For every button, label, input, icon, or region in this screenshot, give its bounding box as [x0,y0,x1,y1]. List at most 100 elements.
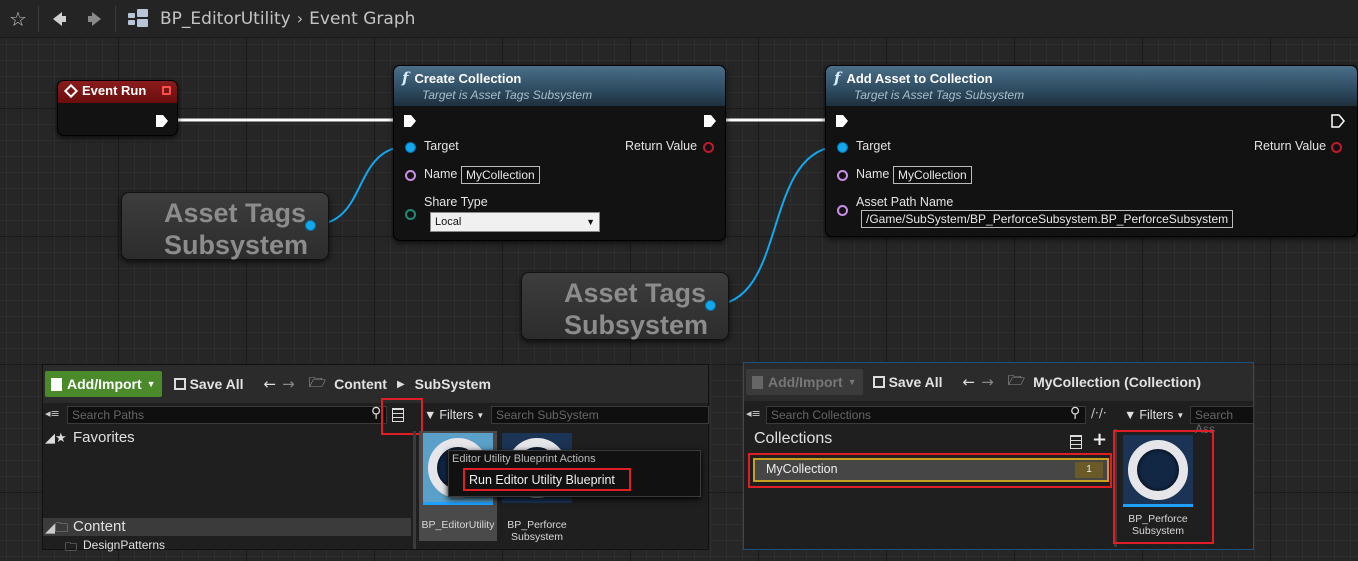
history-forward-icon[interactable]: → [282,375,295,393]
add-collection-icon[interactable]: + [1092,429,1107,450]
share-type-dropdown[interactable]: Local ▼ [430,212,600,232]
path-root[interactable]: Content [334,376,387,392]
name-field[interactable]: MyCollection [893,166,972,184]
name-pin-label: Name [424,167,458,181]
target-wire-2 [711,145,843,306]
blueprint-graph-icon [128,8,150,29]
target-pin-label: Target [424,139,459,153]
content-folder-label[interactable]: Content [73,518,126,535]
history-forward-icon[interactable]: → [981,373,994,391]
add-file-icon [752,375,763,389]
asset-type-bar [423,502,493,505]
design-patterns-label[interactable]: DesignPatterns [83,538,165,552]
content-browser-panel: Add/Import ▼ Save All ← → 🗁 Content ▶ Su… [42,364,709,554]
subsystem-out-pin[interactable] [305,220,316,231]
name-pin[interactable] [837,170,848,181]
path-leaf[interactable]: SubSystem [415,376,491,392]
exec-out-pin[interactable] [703,114,717,128]
name-pin[interactable] [405,170,416,181]
event-diamond-icon [63,83,79,98]
asset-label-line2: Subsystem [1132,525,1184,537]
search-collections-input[interactable]: Search Collections [766,406,1086,424]
filters-label: Filters [439,408,474,422]
event-run-title: Event Run [82,83,147,98]
asset-path-field[interactable]: /Game/SubSystem/BP_PerforceSubsystem.BP_… [861,210,1234,228]
collection-row-mycollection[interactable]: MyCollection 1 [753,458,1109,482]
exec-in-pin[interactable] [403,114,417,128]
add-asset-node[interactable]: f Add Asset to Collection Target is Asset… [825,65,1358,237]
add-import-label: Add/Import [768,374,843,390]
return-value-pin[interactable] [1331,142,1342,153]
history-back-icon[interactable]: ← [264,375,277,393]
name-field[interactable]: MyCollection [461,166,540,184]
asset-tags-subsystem-node[interactable]: Asset Tags Subsystem [121,192,329,260]
breadcrumb-graph[interactable]: Event Graph [305,9,419,29]
create-collection-header: f Create Collection Target is Asset Tags … [394,66,725,106]
toolbar-divider [38,5,39,32]
star-icon[interactable]: ☆ [0,1,36,37]
getter-line-2: Subsystem [564,310,709,340]
arrow-left-icon[interactable] [41,1,77,37]
return-value-pin[interactable] [703,142,714,153]
add-asset-subtitle: Target is Asset Tags Subsystem [854,88,1025,102]
collection-path[interactable]: MyCollection (Collection) [1033,374,1201,390]
folder-icon: 🗁 [1007,373,1026,389]
add-import-button: Add/Import ▼ [746,369,863,395]
name-pin-label: Name [856,167,890,181]
filters-button[interactable]: ▼ Filters ▼ [424,405,484,425]
event-run-node[interactable]: Event Run [57,80,178,136]
event-run-header: Event Run [58,81,177,103]
add-import-button[interactable]: Add/Import ▼ [45,371,162,397]
breadcrumb-asset[interactable]: BP_EditorUtility [156,9,295,29]
exec-out-pin[interactable] [1331,114,1345,128]
getter-line-2: Subsystem [164,230,309,260]
collection-browser-toolbar: Add/Import ▼ Save All ← → 🗁 MyCollection… [744,363,1253,401]
asset-tile-perforce[interactable]: BP_Perforce Subsystem [1120,433,1196,541]
target-pin[interactable] [405,142,416,153]
collections-view-icon[interactable] [1070,435,1082,449]
return-value-label: Return Value [625,139,698,153]
toolbar-divider [115,5,116,32]
event-delegate-icon[interactable] [162,86,171,95]
favorites-label[interactable]: Favorites [73,429,135,446]
search-paths-input[interactable]: Search Paths [67,406,387,424]
graph-breadcrumb-bar: ☆ BP_EditorUtility › Event Graph [0,0,1358,38]
share-type-label: Share Type [424,195,488,209]
search-assets-input[interactable]: Search SubSystem [491,406,709,424]
save-all-button[interactable]: Save All [173,376,244,392]
target-pin-label: Target [856,139,891,153]
asset-thumbnail [1123,435,1193,505]
tree-divider [413,431,416,549]
breadcrumb-separator-icon: › [296,9,304,28]
asset-path-label: Asset Path Name [856,195,954,209]
subsystem-out-pin[interactable] [705,300,716,311]
collapse-sources-icon[interactable]: ◂≡ [746,407,761,420]
filter-icon: ▼ [1124,408,1137,422]
search-icon[interactable]: ⚲ [371,405,381,421]
chevron-down-icon: ▼ [1176,410,1185,420]
share-type-pin[interactable] [405,209,416,220]
collapse-sources-icon[interactable]: ◂≡ [45,407,60,420]
favorites-star-icon: ◢★ [45,431,67,446]
save-all-label: Save All [189,376,244,392]
save-all-button[interactable]: Save All [872,374,943,390]
search-icon[interactable]: ⚲ [1070,405,1080,421]
asset-tags-subsystem-node[interactable]: Asset Tags Subsystem [521,272,729,340]
asset-label-line2: Subsystem [511,531,563,543]
path-separator-icon: ▶ [396,378,405,390]
search-assets-input[interactable]: Search Ass [1190,406,1254,436]
function-icon: f [834,69,841,87]
exec-in-pin[interactable] [835,114,849,128]
save-icon [173,378,186,390]
target-pin[interactable] [837,142,848,153]
collection-view-icon[interactable]: /·/· [1091,406,1107,420]
run-editor-utility-item[interactable]: Run Editor Utility Blueprint [463,468,631,491]
arrow-right-icon[interactable] [77,1,113,37]
filters-button[interactable]: ▼ Filters ▼ [1124,405,1184,425]
create-collection-node[interactable]: f Create Collection Target is Asset Tags … [393,65,726,241]
add-asset-header: f Add Asset to Collection Target is Asset… [826,66,1357,106]
exec-out-pin[interactable] [155,114,169,128]
asset-path-pin[interactable] [837,205,848,216]
history-back-icon[interactable]: ← [963,373,976,391]
add-file-icon [51,377,62,391]
